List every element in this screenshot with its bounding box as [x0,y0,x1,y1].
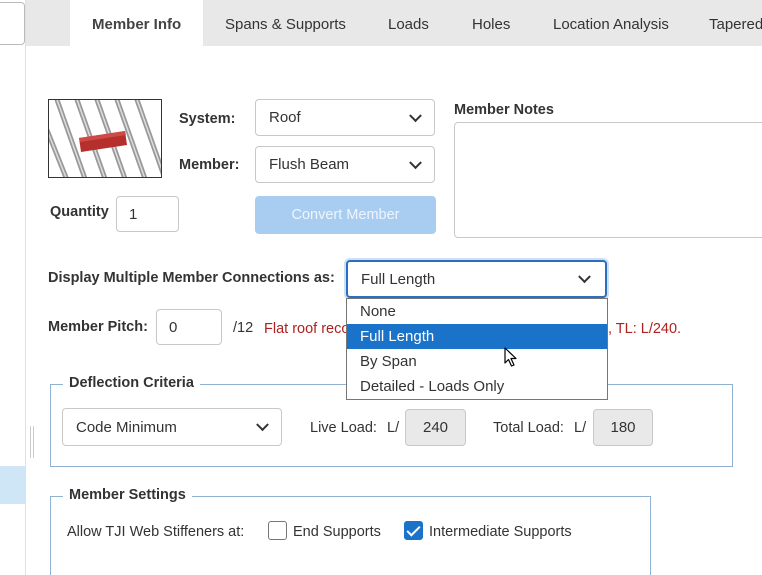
member-settings-legend: Member Settings [63,487,192,503]
pitch-warning-text-end: , TL: L/240. [608,321,682,337]
end-supports-checkbox[interactable] [268,521,287,540]
deflection-criteria-legend: Deflection Criteria [63,375,200,391]
live-load-label: Live Load: [310,420,377,436]
member-notes-label: Member Notes [454,102,554,118]
connections-dropdown-list: None Full Length By Span Detailed - Load… [346,298,608,400]
connections-select[interactable]: Full Length [346,260,607,298]
left-panel-selected-item[interactable] [0,466,26,504]
total-load-input[interactable]: 180 [593,409,653,446]
member-select[interactable]: Flush Beam [255,146,435,183]
quantity-input[interactable]: 1 [116,196,179,232]
deflection-criteria-select[interactable]: Code Minimum [62,408,282,446]
tab-holes[interactable]: Holes [472,0,510,46]
live-load-input[interactable]: 240 [405,409,466,446]
mouse-cursor-icon [504,347,517,367]
member-thumbnail-image [48,99,162,178]
dropdown-option-detailed-loads-only[interactable]: Detailed - Loads Only [347,374,607,399]
dropdown-option-none[interactable]: None [347,299,607,324]
dropdown-option-full-length[interactable]: Full Length [347,324,607,349]
member-notes-textarea[interactable] [454,122,762,238]
chevron-down-icon [409,155,422,169]
web-stiffeners-label: Allow TJI Web Stiffeners at: [67,524,245,540]
chevron-down-icon [578,270,591,284]
tab-member-info[interactable]: Member Info [70,0,204,46]
tab-location-analysis[interactable]: Location Analysis [553,0,669,46]
deflection-criteria-value: Code Minimum [76,418,177,436]
connections-label: Display Multiple Member Connections as: [48,270,335,286]
end-supports-label[interactable]: End Supports [293,524,381,540]
member-pitch-label: Member Pitch: [48,319,148,335]
live-load-prefix: L/ [387,420,400,436]
quantity-label: Quantity [50,204,109,220]
total-load-label: Total Load: [493,420,564,436]
tab-spans-supports[interactable]: Spans & Supports [225,0,346,46]
dropdown-option-by-span[interactable]: By Span [347,349,607,374]
tab-loads[interactable]: Loads [388,0,429,46]
member-pitch-input[interactable]: 0 [156,309,222,345]
pitch-unit: /12 [233,320,254,336]
intermediate-supports-checkbox[interactable] [404,521,423,540]
tab-tapered[interactable]: Tapered [709,0,762,46]
intermediate-supports-label[interactable]: Intermediate Supports [429,524,572,540]
pitch-warning-text: Flat roof reco [264,321,350,337]
tab-bar: Member Info Spans & Supports Loads Holes… [26,0,762,46]
member-label: Member: [179,157,240,173]
system-value: Roof [269,109,301,126]
convert-member-button[interactable]: Convert Member [255,196,436,234]
total-load-prefix: L/ [574,420,587,436]
left-panel-search-box[interactable] [0,2,25,45]
roof-beam-icon [49,100,161,177]
connections-value: Full Length [361,270,436,288]
system-label: System: [179,111,236,127]
panel-resize-handle[interactable] [30,426,34,458]
system-select[interactable]: Roof [255,99,435,136]
chevron-down-icon [256,418,269,432]
chevron-down-icon [409,108,422,122]
member-value: Flush Beam [269,156,350,173]
